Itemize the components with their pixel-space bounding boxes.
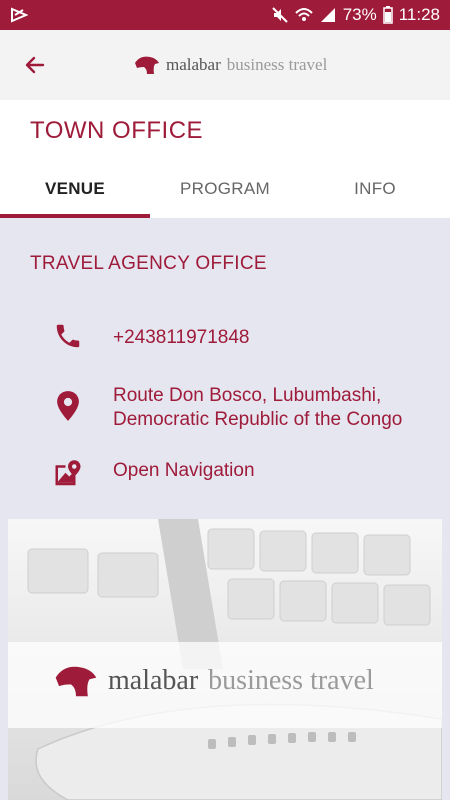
tab-info[interactable]: INFO	[300, 160, 450, 218]
open-navigation-row[interactable]: Open Navigation	[0, 456, 450, 492]
battery-percent: 73%	[342, 5, 377, 24]
banner-brand-suffix: business travel	[208, 665, 374, 696]
banner-brand-logo: malabar business travel	[54, 664, 374, 698]
status-bar: 73% 11:28	[0, 0, 450, 30]
address-line-1: Route Don Bosco, Lubumbashi,	[113, 385, 382, 406]
mute-icon	[271, 7, 288, 23]
notification-icon	[11, 7, 28, 23]
open-navigation-link[interactable]: Open Navigation	[113, 459, 433, 483]
address-line-2: Democratic Republic of the Congo	[113, 409, 403, 430]
address-row[interactable]: Route Don Bosco, Lubumbashi, Democratic …	[0, 384, 450, 434]
battery-icon	[382, 6, 393, 24]
app-bar: malabar business travel	[0, 30, 450, 100]
wifi-icon	[294, 8, 313, 21]
tab-bar: VENUE PROGRAM INFO	[0, 160, 450, 218]
phone-row[interactable]: +243811971848	[0, 320, 450, 356]
location-pin-icon	[52, 390, 84, 422]
banner-brand-name: malabar	[108, 665, 199, 696]
tab-program[interactable]: PROGRAM	[150, 160, 300, 218]
back-button[interactable]	[18, 48, 52, 82]
signal-icon	[320, 8, 335, 22]
tab-venue[interactable]: VENUE	[0, 160, 150, 218]
address-text[interactable]: Route Don Bosco, Lubumbashi, Democratic …	[113, 384, 433, 432]
map-navigation-icon	[52, 458, 84, 490]
phone-icon	[52, 320, 84, 352]
horse-head-icon	[55, 666, 97, 697]
phone-number[interactable]: +243811971848	[113, 326, 433, 350]
section-title: TRAVEL AGENCY OFFICE	[30, 253, 267, 274]
brand-name: malabar	[166, 55, 221, 74]
clock: 11:28	[398, 5, 440, 24]
page-title: TOWN OFFICE	[30, 117, 204, 144]
brand-logo: malabar business travel	[134, 52, 327, 78]
horse-head-icon	[135, 56, 159, 74]
brand-suffix: business travel	[226, 55, 328, 74]
arrow-left-icon	[25, 56, 45, 74]
